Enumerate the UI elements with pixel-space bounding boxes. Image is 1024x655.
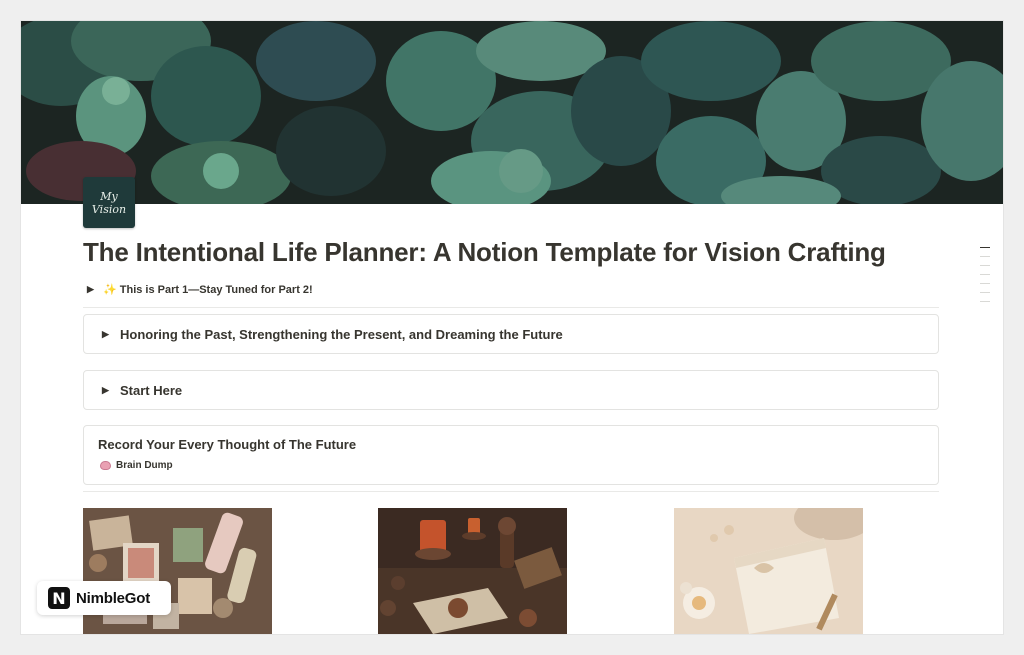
page-icon-text-line1: My — [100, 189, 118, 203]
table-of-contents-minimap[interactable] — [980, 247, 990, 310]
nimblegot-name: NimbleGot — [76, 589, 151, 607]
nimblegot-watermark: N NimbleGot — [37, 581, 171, 615]
toc-line[interactable] — [980, 283, 990, 284]
toggle-block-honoring[interactable]: ▶ Honoring the Past, Strengthening the P… — [83, 314, 939, 354]
divider — [83, 491, 939, 492]
callout-toggle[interactable]: ▶ ✨ This is Part 1—Stay Tuned for Part 2… — [87, 283, 313, 296]
page-icon-text-line2: Vision — [91, 202, 127, 216]
gallery-card-paper-flower[interactable] — [674, 508, 863, 634]
toc-line[interactable] — [980, 274, 990, 275]
toggle-block-start-here[interactable]: ▶ Start Here — [83, 370, 939, 410]
record-thoughts-block: Record Your Every Thought of The Future … — [83, 425, 939, 485]
toggle-block-label: Start Here — [120, 382, 183, 398]
brain-dump-link[interactable]: Brain Dump — [100, 460, 173, 471]
toc-line[interactable] — [980, 256, 990, 257]
page-icon[interactable]: My Vision — [83, 177, 135, 228]
cover-image[interactable] — [21, 21, 1003, 204]
toggle-block-label: Honoring the Past, Strengthening the Pre… — [120, 326, 563, 342]
toc-line[interactable] — [980, 301, 990, 302]
gallery-card-craft-supplies[interactable] — [83, 508, 272, 634]
divider — [83, 307, 939, 308]
toc-line-active[interactable] — [980, 247, 990, 248]
notion-page: My Vision The Intentional Life Planner: … — [21, 21, 1003, 634]
callout-toggle-label: ✨ This is Part 1—Stay Tuned for Part 2! — [103, 284, 313, 296]
record-thoughts-heading: Record Your Every Thought of The Future — [98, 437, 357, 452]
toggle-triangle-icon[interactable]: ▶ — [87, 284, 97, 295]
brain-icon — [100, 461, 111, 470]
toc-line[interactable] — [980, 265, 990, 266]
toc-line[interactable] — [980, 292, 990, 293]
nimblegot-logo-icon: N — [48, 587, 70, 609]
gallery-card-candles[interactable] — [378, 508, 567, 634]
brain-dump-label: Brain Dump — [116, 460, 173, 471]
toggle-triangle-icon[interactable]: ▶ — [102, 385, 112, 396]
page-title[interactable]: The Intentional Life Planner: A Notion T… — [83, 237, 943, 268]
toggle-triangle-icon[interactable]: ▶ — [102, 329, 112, 340]
